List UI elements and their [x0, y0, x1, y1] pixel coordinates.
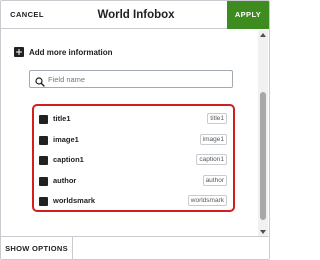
dialog-header: CANCEL World Infobox APPLY [1, 1, 269, 29]
parameter-row-image1[interactable]: image1 image1 [34, 131, 233, 152]
parameter-list: title1 title1 image1 image1 caption1 cap… [32, 104, 235, 212]
vertical-scrollbar[interactable] [258, 30, 268, 236]
parameter-label: caption1 [53, 155, 84, 164]
checkbox-icon[interactable] [39, 156, 48, 165]
add-more-information-label: Add more information [29, 47, 113, 57]
parameter-row-caption1[interactable]: caption1 caption1 [34, 151, 233, 172]
infobox-dialog: CANCEL World Infobox APPLY Add more info… [0, 0, 270, 260]
field-search-box [29, 70, 233, 88]
dialog-footer: SHOW OPTIONS [1, 236, 269, 259]
scroll-up-arrow-icon[interactable] [258, 30, 268, 39]
parameter-label: author [53, 175, 77, 185]
parameter-row-worldsmark[interactable]: worldsmark worldsmark [34, 192, 233, 213]
field-name-input[interactable] [48, 71, 228, 87]
dialog-body: Add more information title1 title1 image… [1, 30, 257, 236]
checkbox-icon[interactable] [39, 197, 48, 206]
cancel-button[interactable]: CANCEL [1, 1, 53, 29]
parameter-key-badge: author [202, 174, 227, 186]
parameter-key-badge: caption1 [196, 154, 227, 165]
parameter-label: worldsmark [53, 196, 96, 205]
apply-button[interactable]: APPLY [227, 1, 269, 29]
parameter-row-title1[interactable]: title1 title1 [34, 110, 233, 131]
dialog-title: World Infobox [97, 9, 175, 21]
parameter-label: title1 [53, 114, 71, 123]
parameter-row-author[interactable]: author author [34, 172, 233, 193]
show-options-button[interactable]: SHOW OPTIONS [1, 237, 73, 259]
plus-square-icon [14, 47, 24, 57]
scrollbar-thumb[interactable] [260, 92, 266, 220]
parameter-key-badge: title1 [207, 113, 227, 124]
parameter-key-badge: worldsmark [187, 195, 227, 206]
add-more-information-button[interactable]: Add more information [14, 46, 113, 58]
search-icon [35, 74, 45, 87]
checkbox-icon[interactable] [39, 176, 48, 186]
scroll-down-arrow-icon[interactable] [258, 227, 268, 236]
parameter-label: image1 [53, 134, 79, 144]
parameter-key-badge: image1 [199, 133, 227, 145]
checkbox-icon[interactable] [39, 115, 48, 124]
checkbox-icon[interactable] [39, 135, 48, 145]
